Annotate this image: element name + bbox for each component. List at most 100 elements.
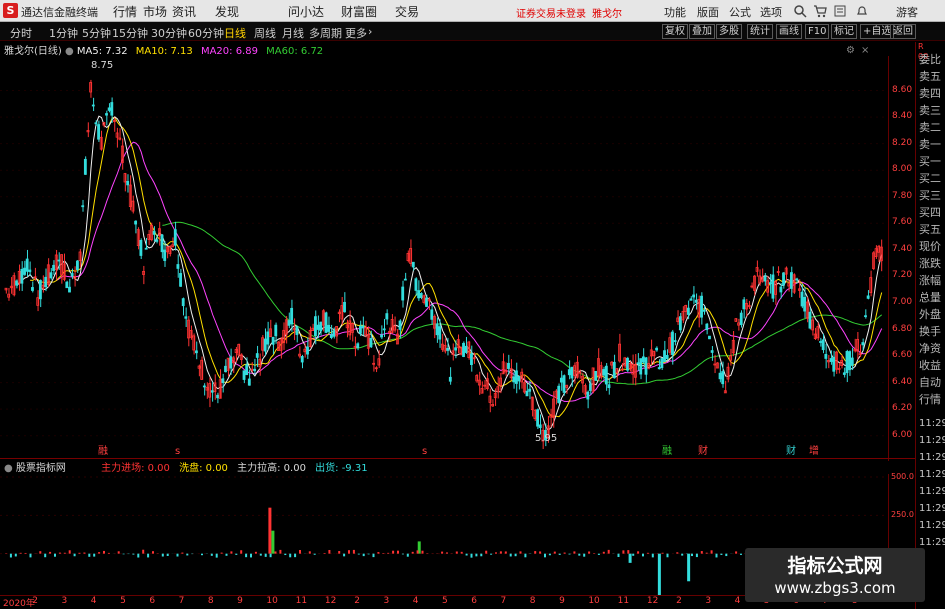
indicator-bar [338,551,341,554]
quote-field-label[interactable]: 卖四 [919,86,945,101]
indicator-bar [490,553,493,555]
menu-layout[interactable]: 版面 [697,4,719,20]
cart-icon[interactable] [813,4,827,18]
date-tick: 10 [266,596,278,606]
quote-field-label[interactable]: 涨幅 [919,273,945,288]
period-15min[interactable]: 15分钟 [112,25,148,41]
quote-field-label[interactable]: 现价 [919,239,945,254]
quote-field-label[interactable]: 净资 [919,341,945,356]
quote-field-label[interactable]: 卖五 [919,69,945,84]
indicator-bar [308,551,311,554]
menu-function[interactable]: 功能 [664,4,686,20]
adjust-button[interactable]: 复权 [662,24,688,39]
chart-window-controls[interactable]: ⚙ × [846,44,872,54]
candle [295,326,299,335]
quote-field-label[interactable]: 总量 [919,290,945,305]
period-30min[interactable]: 30分钟 [151,25,187,41]
indicator-bar [710,550,713,554]
indicator-bar [539,551,542,554]
quote-field-label[interactable]: 涨跌 [919,256,945,271]
menu-news[interactable]: 资讯 [172,3,196,20]
indicator-bar [446,552,448,554]
candle [665,355,669,360]
indicator-bar [617,553,620,558]
indicator-bar [687,553,691,582]
price-tick: 6.40 [892,376,913,387]
menu-wealth[interactable]: 财富圈 [341,3,377,20]
period-weekly[interactable]: 周线 [254,25,276,41]
event-marker[interactable]: 增 [809,444,819,457]
menu-market[interactable]: 行情 [113,3,137,20]
period-monthly[interactable]: 月线 [282,25,304,41]
event-marker[interactable]: 融 [98,445,108,457]
candlestick-chart[interactable]: 8.75 5.95 融 s s 融 财 财 增 [0,56,888,461]
indicator-bar [646,552,649,554]
menu-ask[interactable]: 问小达 [288,3,324,20]
indicator-bar [397,550,399,554]
quote-field-label[interactable]: 买一 [919,154,945,169]
quote-field-label[interactable]: 卖一 [919,137,945,152]
quote-field-label[interactable]: 买三 [919,188,945,203]
quote-field-label[interactable]: 卖三 [919,103,945,118]
event-marker[interactable]: 融 [662,445,672,457]
chevron-right-icon[interactable]: › [368,25,372,38]
quote-field-label[interactable]: 收益 [919,358,945,373]
date-tick: 3 [705,596,712,606]
search-icon[interactable] [793,4,807,18]
quote-field-label[interactable]: 卖二 [919,120,945,135]
login-notice[interactable]: 证券交易未登录 [516,5,586,20]
indicator-name: 股票指标网 [15,463,66,474]
menu-options[interactable]: 选项 [760,4,782,20]
indicator-bar [401,553,404,555]
indicator-bar [519,551,522,554]
indicator-bar [622,550,625,554]
candle [202,385,206,388]
menu-trade[interactable]: 交易 [395,3,419,20]
price-tick: 6.60 [892,350,913,361]
quote-field-label[interactable]: 委比 [919,52,945,67]
period-60min[interactable]: 60分钟 [188,25,224,41]
candle [848,351,852,371]
mark-button[interactable]: 标记 [831,24,857,39]
candle [845,351,849,374]
indicator-bar [235,553,238,555]
indicator-bar [9,553,12,558]
f10-button[interactable]: F10 [805,24,830,39]
list-icon[interactable] [833,4,847,18]
event-marker[interactable]: 财 [698,444,708,457]
event-marker[interactable]: s [175,446,180,457]
quote-field-label[interactable]: 换手 [919,324,945,339]
period-multi[interactable]: 多周期 [309,25,342,41]
quote-field-label[interactable]: 自动 [919,375,945,390]
overlay-button[interactable]: 叠加 [689,24,715,39]
period-daily[interactable]: 日线 [224,25,246,41]
bell-icon[interactable] [855,4,869,18]
stats-button[interactable]: 统计 [747,24,773,39]
period-5min[interactable]: 5分钟 [82,25,111,41]
indicator-bar [470,553,473,558]
indicator-bar [691,553,693,557]
quote-field-label[interactable]: 行情 [919,392,945,407]
candle [866,295,870,299]
quote-field-label[interactable]: 买二 [919,171,945,186]
event-marker[interactable]: s [422,446,427,457]
candle [594,370,598,381]
menu-discover[interactable]: 发现 [215,3,239,20]
quote-field-label[interactable]: 买四 [919,205,945,220]
multi-stock-button[interactable]: 多股 [716,24,742,39]
menu-markets[interactable]: 市场 [143,3,167,20]
draw-line-button[interactable]: 画线 [776,24,802,39]
indicator-bar [588,551,591,554]
period-more[interactable]: 更多 [345,25,367,41]
back-button[interactable]: 返回 [890,24,916,39]
event-marker[interactable]: 财 [786,444,796,457]
guest-label[interactable]: 游客 [896,4,918,20]
indicator-bar [495,552,497,554]
candle [586,391,590,400]
indicator-bar [563,552,566,554]
period-intraday[interactable]: 分时 [10,25,32,41]
quote-field-label[interactable]: 买五 [919,222,945,237]
quote-field-label[interactable]: 外盘 [919,307,945,322]
period-1min[interactable]: 1分钟 [49,25,78,41]
menu-formula[interactable]: 公式 [729,4,751,20]
